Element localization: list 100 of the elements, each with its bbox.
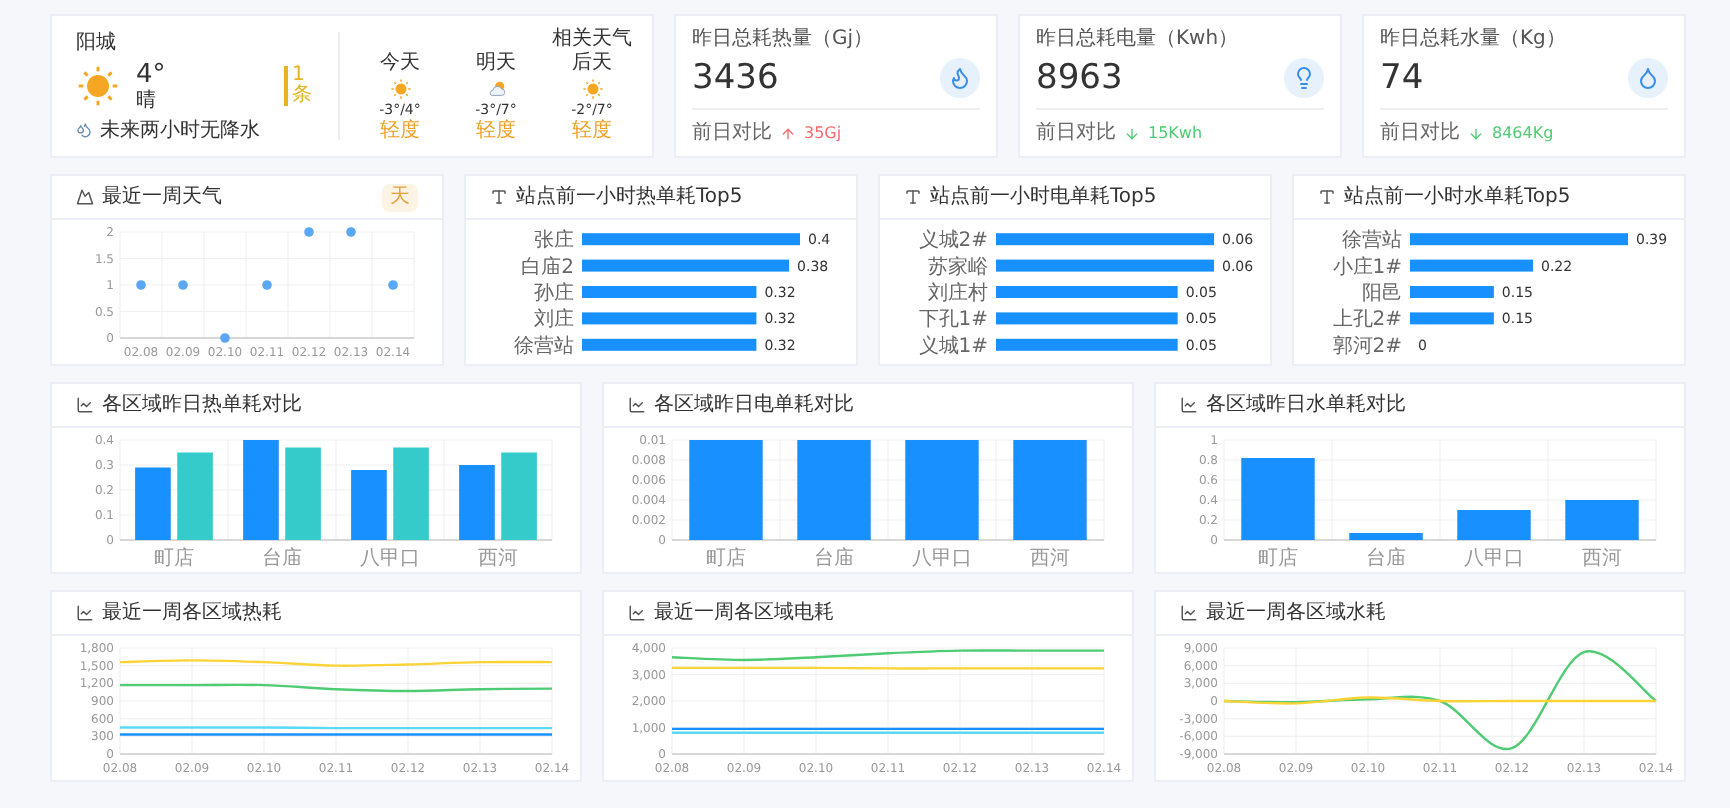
panel-title: 各区域昨日水单耗对比 [1206,391,1406,420]
bar [501,452,537,540]
raindrop-icon [76,122,92,138]
bar [1410,286,1494,298]
panel-title: 站点前一小时电单耗Top5 [930,183,1157,212]
cloud-sun-icon [485,78,507,100]
stat-title: 昨日总耗热量（Gj） [692,25,876,54]
sun-icon [581,78,603,100]
axis-label: 西河 [1582,548,1622,570]
bar [689,440,763,540]
forecast-day: 后天 [572,54,612,74]
category-label: 刘庄村 [928,283,988,305]
stat-title: 昨日总耗电量（Kwh） [1036,25,1241,54]
sun-icon [76,64,120,108]
category-label: 刘庄 [534,309,574,332]
stat-value: 8963 [1036,61,1123,95]
category-label: 义城1# [918,335,988,358]
text-icon [1318,188,1336,206]
compare-label: 前日对比 [692,119,772,148]
category-label: 孙庄 [534,283,574,305]
bar [797,440,871,540]
axis-label: 八甲口 [360,548,420,570]
panel-title: 最近一周天气 [102,183,222,212]
axis-label: 西河 [1030,548,1070,570]
panel-title: 站点前一小时水单耗Top5 [1344,183,1571,212]
bar [905,440,979,540]
stat-title: 昨日总耗水量（Kg） [1380,25,1568,54]
line-chart-icon [628,396,646,414]
bar [135,467,171,540]
period-tag[interactable]: 天 [382,183,418,211]
panel-title: 各区域昨日热单耗对比 [102,391,302,420]
panel-title: 各区域昨日电单耗对比 [654,391,854,420]
change-value: 35Gj [804,121,842,145]
bar [1410,259,1533,272]
city-name: 阳城 [76,29,118,57]
category-label: 徐营站 [514,335,574,358]
arrow-down-icon [1468,125,1484,141]
bar [177,452,213,540]
axis-label: 町店 [1258,548,1298,570]
text-icon [904,188,922,206]
data-point [388,280,398,290]
category-label: 阳邑 [1362,283,1402,305]
compare-label: 前日对比 [1036,119,1116,148]
sun-icon [389,78,411,100]
drop-icon [1636,66,1660,90]
category-label: 徐营站 [1342,230,1402,253]
axis-label: 町店 [154,548,194,570]
line-chart-icon [1180,396,1198,414]
axis-label: 西河 [478,548,518,570]
air-quality: 轻度 [572,122,612,142]
bar [1410,312,1494,325]
data-point [178,280,188,290]
axis-label: 八甲口 [912,548,972,570]
data-point [304,227,314,237]
bar [285,447,321,540]
bar [1565,500,1639,540]
category-label: 苏家峪 [928,256,988,279]
bar [351,470,387,540]
forecast-day: 明天 [476,54,516,74]
bar [393,447,429,540]
line-chart-icon [628,604,646,622]
stat-value: 3436 [692,61,779,95]
bar [1013,440,1087,540]
bar [243,440,279,540]
mountain-icon [76,188,94,206]
panel-title: 最近一周各区域电耗 [654,599,834,628]
forecast-note: 相关天气 [552,30,632,50]
change-value: 8464Kg [1492,121,1554,145]
panel-title: 站点前一小时热单耗Top5 [516,183,743,212]
line-chart-icon [76,396,94,414]
category-label: 小庄1# [1332,256,1402,279]
line-chart-icon [76,604,94,622]
bar [1349,533,1423,540]
alert-count[interactable]: 1条 [284,66,315,106]
text-icon [490,188,508,206]
air-quality: 轻度 [476,122,516,142]
weather-condition: 晴 [136,91,158,111]
data-point [136,280,146,290]
bar [1241,458,1315,540]
category-label: 张庄 [534,230,574,253]
change-value: 15Kwh [1148,121,1203,145]
arrow-down-icon [1124,125,1140,141]
line-chart-icon [1180,604,1198,622]
category-label: 郭河2# [1332,335,1402,358]
lightbulb-icon [1292,66,1316,90]
panel-title: 最近一周各区域水耗 [1206,599,1386,628]
rain-forecast: 未来两小时无降水 [100,117,260,145]
data-point [220,333,230,343]
temperature: 4° [136,61,166,87]
stat-value: 74 [1380,61,1424,95]
axis-label: 台庙 [262,548,302,570]
axis-label: 台庙 [814,548,854,570]
arrow-up-icon [780,125,796,141]
panel-title: 最近一周各区域热耗 [102,599,282,628]
axis-label: 台庙 [1366,548,1406,570]
forecast-day: 今天 [380,54,420,74]
compare-label: 前日对比 [1380,119,1460,148]
bar [459,465,495,540]
data-point [262,280,272,290]
axis-label: 町店 [706,548,746,570]
